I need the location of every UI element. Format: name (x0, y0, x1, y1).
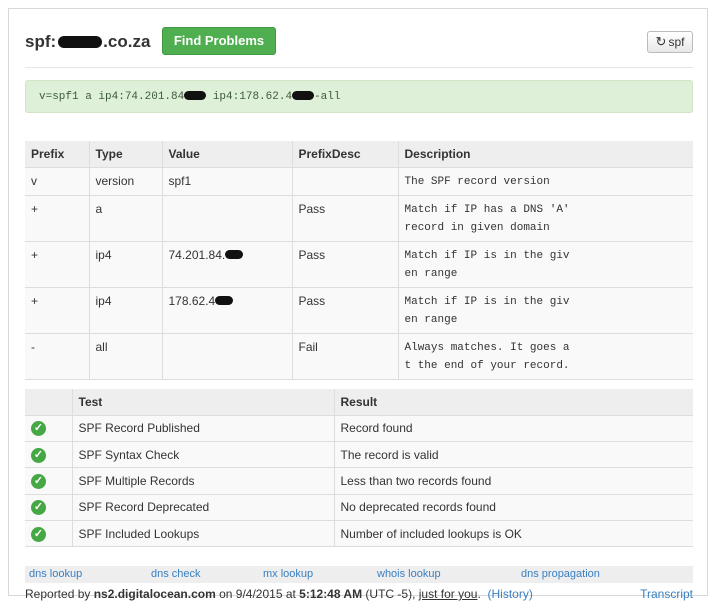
description-cell: Match if IP has a DNS 'A' record in given… (398, 195, 693, 242)
column-header: Prefix (25, 141, 90, 168)
prefix-cell: + (25, 241, 90, 288)
type-cell: version (89, 167, 163, 196)
just-for-you-link[interactable]: just for you (419, 587, 478, 601)
type-cell: a (89, 195, 163, 242)
table-row: - all Fail Always matches. It goes at th… (25, 333, 693, 380)
redaction-mark (225, 249, 244, 259)
check-circle-icon: ✓ (31, 473, 46, 489)
find-problems-button[interactable]: Find Problems (162, 27, 276, 55)
redaction-mark (215, 295, 234, 305)
description-cell: Match if IP is in the giv en range (398, 287, 693, 334)
mx-lookup-link[interactable]: mx lookup (263, 568, 313, 580)
prefix-cell: + (25, 287, 90, 334)
value-cell (162, 333, 293, 380)
type-cell: ip4 (89, 287, 163, 334)
history-link[interactable]: (History) (487, 587, 532, 601)
spf-button-label: spf (668, 35, 685, 49)
value-cell: 74.201.84. (162, 241, 293, 288)
redaction-mark (184, 90, 207, 100)
table-row: ✓ SPF Included Lookups Number of include… (25, 520, 693, 548)
description-cell: The SPF record version (398, 167, 693, 196)
prefix-desc-cell: Pass (292, 195, 399, 242)
description-cell: Always matches. It goes at the end of yo… (398, 333, 693, 380)
result-cell: No deprecated records found (334, 494, 693, 522)
prefix-desc-cell (292, 167, 399, 196)
table-header-row: Test Result (25, 389, 693, 416)
report-time: 5:12:48 AM (299, 587, 363, 601)
column-header: PrefixDesc (292, 141, 399, 168)
whois-lookup-link[interactable]: whois lookup (377, 568, 441, 580)
column-header: Result (334, 389, 693, 416)
table-row: ✓ SPF Record Deprecated No deprecated re… (25, 494, 693, 522)
redaction-mark (292, 90, 315, 100)
prefix-cell: + (25, 195, 90, 242)
table-row: + ip4 74.201.84. Pass Match if IP is in … (25, 241, 693, 288)
test-cell: SPF Syntax Check (72, 441, 335, 469)
table-row: + a Pass Match if IP has a DNS 'A' record… (25, 195, 693, 242)
tools-links-bar: dns lookup dns check mx lookup whois loo… (25, 566, 693, 583)
test-cell: SPF Multiple Records (72, 467, 335, 495)
header: spf: .co.za Find Problems ↻ spf (25, 27, 693, 57)
redaction-mark (58, 35, 103, 48)
table-header-row: Prefix Type Value PrefixDesc Description (25, 141, 693, 168)
check-circle-icon: ✓ (31, 526, 46, 542)
table-row: + ip4 178.62.4 Pass Match if IP is in th… (25, 287, 693, 334)
spf-result-panel: spf: .co.za Find Problems ↻ spf v=spf1 a i… (8, 8, 708, 601)
check-circle-icon: ✓ (31, 500, 46, 516)
prefix-desc-cell: Fail (292, 333, 399, 380)
mechanisms-table: Prefix Type Value PrefixDesc Description… (25, 141, 693, 380)
refresh-icon: ↻ (655, 34, 667, 49)
test-cell: SPF Record Published (72, 415, 335, 442)
column-header: Description (398, 141, 693, 168)
prefix-cell: v (25, 167, 90, 196)
table-row: ✓ SPF Syntax Check The record is valid (25, 441, 693, 469)
test-cell: SPF Record Deprecated (72, 494, 335, 522)
spf-refresh-button[interactable]: ↻ spf (647, 31, 693, 53)
prefix-desc-cell: Pass (292, 287, 399, 334)
dns-check-link[interactable]: dns check (151, 568, 201, 580)
spf-record-text: v=spf1 a ip4:74.201.84 ip4:178.62.4 -all (25, 80, 693, 113)
result-cell: Less than two records found (334, 467, 693, 495)
dns-lookup-link[interactable]: dns lookup (29, 568, 82, 580)
domain-title: spf: .co.za (25, 32, 151, 51)
server-name: ns2.digitalocean.com (93, 587, 216, 601)
prefix-cell: - (25, 333, 90, 380)
column-header: Value (162, 141, 293, 168)
table-row: ✓ SPF Multiple Records Less than two rec… (25, 467, 693, 495)
test-cell: SPF Included Lookups (72, 520, 335, 548)
column-header (25, 389, 73, 416)
divider (25, 67, 693, 68)
result-cell: Number of included lookups is OK (334, 520, 693, 548)
value-cell (162, 195, 293, 242)
check-circle-icon: ✓ (31, 421, 46, 437)
type-cell: all (89, 333, 163, 380)
prefix-desc-cell: Pass (292, 241, 399, 288)
column-header: Test (72, 389, 335, 416)
result-cell: The record is valid (334, 441, 693, 469)
dns-propagation-link[interactable]: dns propagation (521, 568, 600, 580)
value-cell: 178.62.4 (162, 287, 293, 334)
column-header: Type (89, 141, 163, 168)
description-cell: Match if IP is in the giv en range (398, 241, 693, 288)
tests-table: Test Result ✓ SPF Record Published Recor… (25, 389, 693, 548)
transcript-link[interactable]: Transcript (640, 587, 693, 601)
result-cell: Record found (334, 415, 693, 442)
check-circle-icon: ✓ (31, 447, 46, 463)
report-footer: Reported by ns2.digitalocean.com on 9/4/… (25, 587, 693, 601)
value-cell: spf1 (162, 167, 293, 196)
table-row: ✓ SPF Record Published Record found (25, 415, 693, 442)
type-cell: ip4 (89, 241, 163, 288)
table-row: v version spf1 The SPF record version (25, 167, 693, 196)
